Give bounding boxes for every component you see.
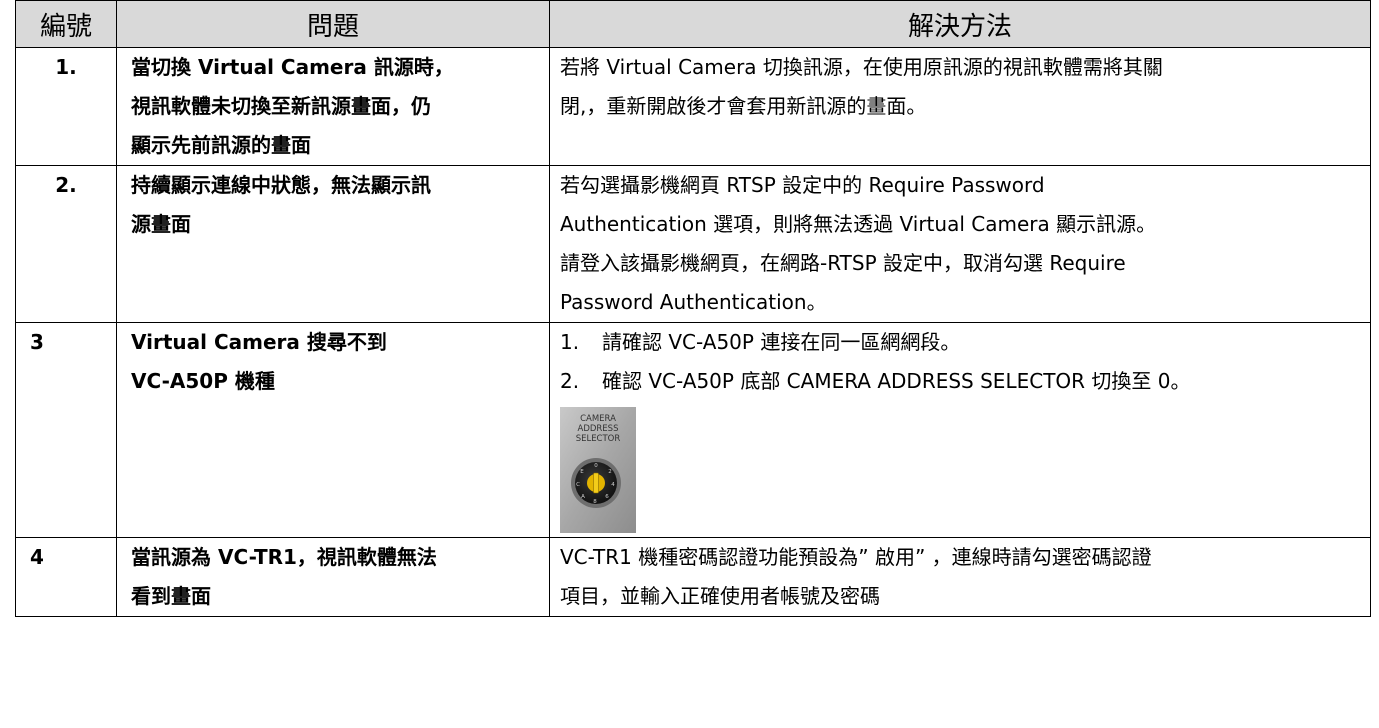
svg-text:4: 4: [611, 482, 615, 488]
page: 編號 問題 解決方法 1. 當切換 Virtual Camera 訊源時， 視訊…: [0, 0, 1379, 728]
row-number: 1.: [15, 47, 117, 166]
problem-line: 視訊軟體未切換至新訊源畫面，仍: [131, 94, 431, 118]
solution-line: 請登入該攝影機網頁，在網路-RTSP 設定中，取消勾選 Require: [560, 251, 1126, 275]
svg-text:CAMERA: CAMERA: [580, 414, 616, 424]
header-problem: 問題: [116, 0, 550, 48]
solution-line: 項目，並輸入正確使用者帳號及密碼: [560, 584, 880, 608]
svg-text:C: C: [576, 482, 580, 488]
problem-cell: 持續顯示連線中狀態，無法顯示訊 源畫面: [116, 165, 550, 323]
svg-text:ADDRESS: ADDRESS: [578, 424, 619, 434]
problem-line: 看到畫面: [131, 584, 211, 608]
solution-cell: 1. 請確認 VC-A50P 連接在同一區網網段。 2. 確認 VC-A50P 底部…: [549, 322, 1371, 538]
table-row: 2. 持續顯示連線中狀態，無法顯示訊 源畫面 若勾選攝影機網頁 RTSP 設定中…: [15, 165, 1371, 323]
problem-cell: 當切換 Virtual Camera 訊源時， 視訊軟體未切換至新訊源畫面，仍 …: [116, 47, 550, 166]
solution-line: 閉,，重新開啟後才會套用新訊源的畫面。: [560, 94, 927, 118]
header-solution: 解決方法: [549, 0, 1371, 48]
svg-text:A: A: [581, 494, 585, 500]
header-number: 編號: [15, 0, 117, 48]
svg-text:8: 8: [593, 499, 597, 505]
solution-cell: VC-TR1 機種密碼認證功能預設為” 啟用” ，連線時請勾選密碼認證 項目，並…: [549, 537, 1371, 617]
solution-list-item: 1. 請確認 VC-A50P 連接在同一區網網段。: [550, 323, 1370, 362]
row-number-text: 2.: [55, 173, 77, 197]
problem-cell: 當訊源為 VC-TR1，視訊軟體無法 看到畫面: [116, 537, 550, 617]
row-number: 3: [15, 322, 117, 538]
problem-line: 當訊源為 VC-TR1，視訊軟體無法: [131, 545, 437, 569]
table-row: 4 當訊源為 VC-TR1，視訊軟體無法 看到畫面 VC-TR1 機種密碼認證功…: [15, 537, 1371, 617]
table-row: 1. 當切換 Virtual Camera 訊源時， 視訊軟體未切換至新訊源畫面…: [15, 47, 1371, 166]
problem-line: VC-A50P 機種: [131, 369, 275, 393]
svg-text:2: 2: [608, 469, 612, 475]
list-marker: 2.: [560, 369, 580, 393]
problem-cell: Virtual Camera 搜尋不到 VC-A50P 機種: [116, 322, 550, 538]
header-row: 編號 問題 解決方法: [15, 0, 1371, 48]
svg-text:E: E: [580, 469, 584, 475]
list-text: 請確認 VC-A50P 連接在同一區網網段。: [602, 330, 961, 354]
solution-cell: 若勾選攝影機網頁 RTSP 設定中的 Require Password Auth…: [549, 165, 1371, 323]
row-number-text: 4: [30, 545, 44, 569]
camera-address-selector-photo: CAMERA ADDRESS SELECTOR 0 2 4 6 8 A C E: [560, 407, 636, 533]
row-number: 4: [15, 537, 117, 617]
svg-text:SELECTOR: SELECTOR: [576, 434, 621, 444]
svg-text:0: 0: [594, 463, 598, 469]
solution-line: 若將 Virtual Camera 切換訊源，在使用原訊源的視訊軟體需將其關: [560, 55, 1163, 79]
solution-line: Authentication 選項，則將無法透過 Virtual Camera …: [560, 212, 1157, 236]
table-row: 3 Virtual Camera 搜尋不到 VC-A50P 機種 1. 請確認 V…: [15, 322, 1371, 538]
solution-list-item: 2. 確認 VC-A50P 底部 CAMERA ADDRESS SELECTOR …: [550, 362, 1370, 401]
list-marker: 1.: [560, 330, 580, 354]
problem-line: 當切換 Virtual Camera 訊源時，: [131, 55, 454, 79]
troubleshooting-table: 編號 問題 解決方法 1. 當切換 Virtual Camera 訊源時， 視訊…: [15, 0, 1371, 617]
problem-line: 源畫面: [131, 212, 191, 236]
solution-line: Password Authentication。: [560, 290, 827, 314]
solution-line: VC-TR1 機種密碼認證功能預設為” 啟用” ，連線時請勾選密碼認證: [560, 545, 1152, 569]
row-number: 2.: [15, 165, 117, 323]
problem-line: 持續顯示連線中狀態，無法顯示訊: [131, 173, 431, 197]
solution-line: 若勾選攝影機網頁 RTSP 設定中的 Require Password: [560, 173, 1045, 197]
svg-text:6: 6: [605, 494, 609, 500]
solution-cell: 若將 Virtual Camera 切換訊源，在使用原訊源的視訊軟體需將其關 閉…: [549, 47, 1371, 166]
list-text: 確認 VC-A50P 底部 CAMERA ADDRESS SELECTOR 切換…: [602, 369, 1191, 393]
problem-line: 顯示先前訊源的畫面: [131, 133, 311, 157]
row-number-text: 3: [30, 330, 44, 354]
row-number-text: 1.: [55, 55, 77, 79]
problem-line: Virtual Camera 搜尋不到: [131, 330, 387, 354]
